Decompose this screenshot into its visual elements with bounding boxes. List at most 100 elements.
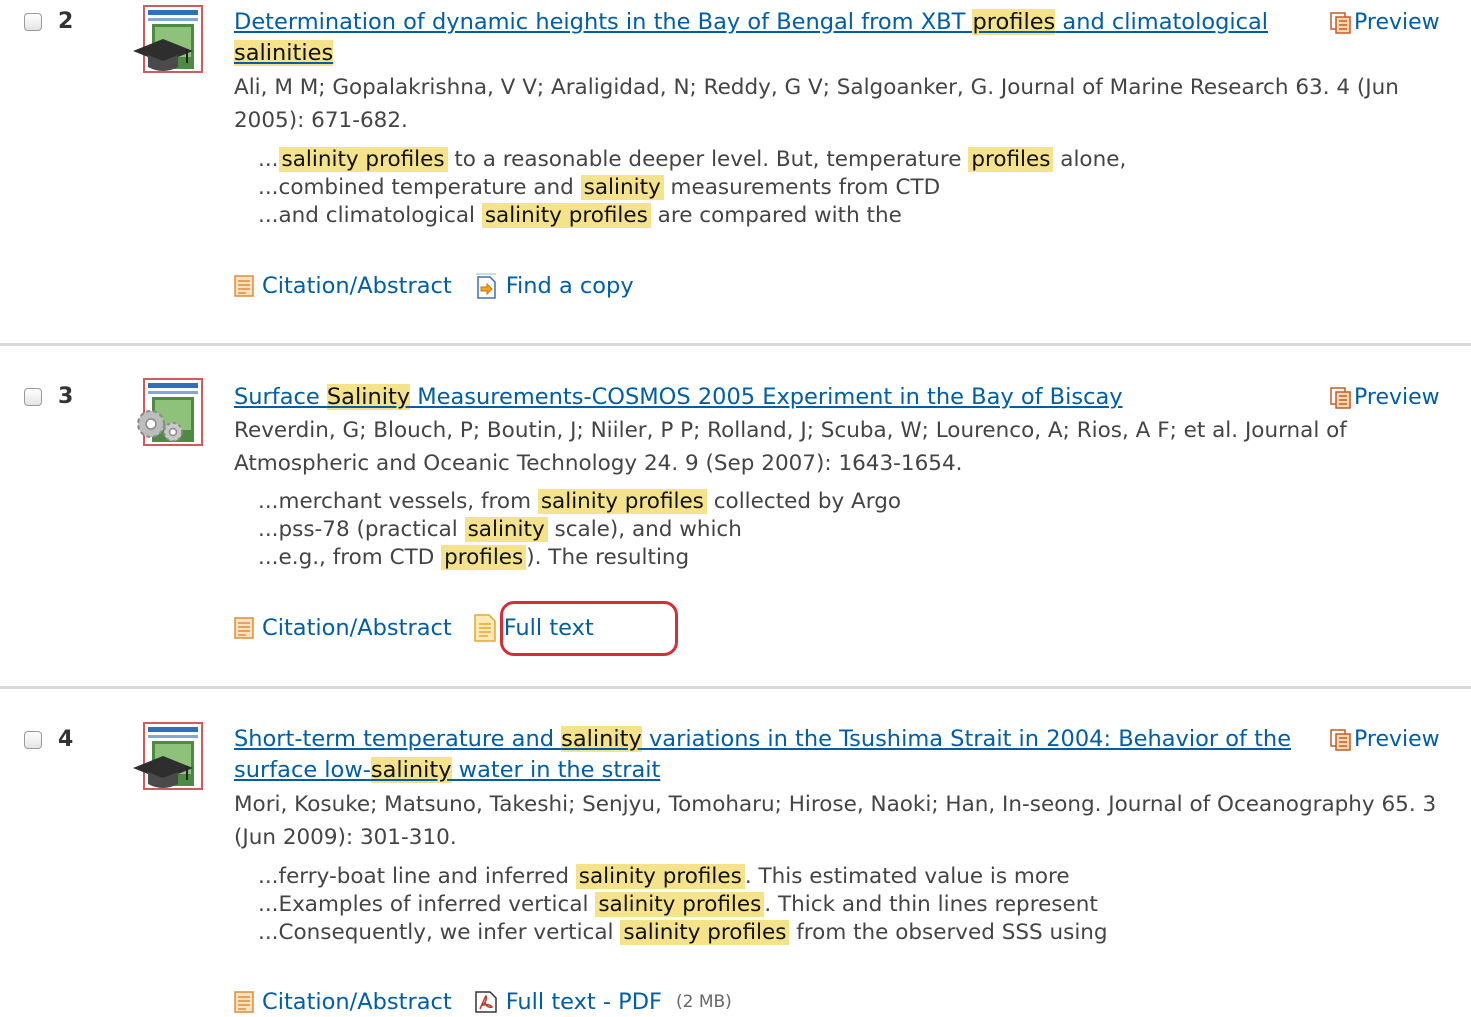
- citation-icon: [234, 617, 254, 639]
- title-text: Surface: [234, 384, 327, 410]
- full-text-pdf-label: Full text - PDF: [505, 989, 662, 1015]
- snippet-line: ...pss-78 (practical salinity scale), an…: [258, 516, 901, 544]
- snippet-text: ...pss-78 (practical: [258, 517, 465, 542]
- snippet-text: . Thick and thin lines represent: [764, 892, 1098, 917]
- snippet-text: to a reasonable deeper level. But, tempe…: [447, 147, 969, 172]
- title-text: water in the strait: [451, 757, 661, 783]
- search-term-highlight: salinity profiles: [575, 864, 745, 889]
- full-text-pdf-link[interactable]: Full text - PDF (2 MB): [474, 987, 732, 1017]
- result-title-link[interactable]: Determination of dynamic heights in the …: [234, 9, 1268, 66]
- search-term-highlight: profiles: [972, 9, 1056, 35]
- snippet-text: ...Examples of inferred vertical: [258, 892, 596, 917]
- title-text: Short-term temperature and: [234, 726, 562, 752]
- snippet-text: collected by Argo: [706, 489, 902, 514]
- result-checkbox[interactable]: [24, 388, 42, 406]
- find-copy-icon: [475, 273, 496, 299]
- citation-abstract-link[interactable]: Citation/Abstract: [234, 613, 452, 643]
- snippet-line: ...merchant vessels, from salinity profi…: [258, 488, 901, 516]
- snippet-text: ...combined temperature and: [258, 175, 581, 200]
- result-links: Citation/Abstract Full text - PDF (2 MB): [234, 987, 732, 1017]
- full-text-icon: [473, 614, 496, 642]
- search-term-highlight: salinity profiles: [537, 489, 707, 514]
- citation-icon: [234, 275, 254, 297]
- pdf-icon: [474, 991, 497, 1013]
- search-term-highlight: salinity profiles: [620, 920, 790, 945]
- snippet-text: ). The resulting: [526, 545, 690, 570]
- snippet-text: ...and climatological: [258, 203, 482, 228]
- file-size: (2 MB): [676, 992, 732, 1012]
- scholarly-journal-icon[interactable]: [133, 5, 203, 75]
- find-copy-link[interactable]: Find a copy: [474, 271, 634, 301]
- snippet-line: ...ferry-boat line and inferred salinity…: [258, 863, 1108, 891]
- search-term-highlight: salinity profiles: [595, 892, 765, 917]
- snippet-text: ...merchant vessels, from: [258, 489, 538, 514]
- snippet-line: ...e.g., from CTD profiles). The resulti…: [258, 544, 901, 572]
- snippet-text: ...ferry-boat line and inferred: [258, 864, 576, 889]
- result-authors: Mori, Kosuke; Matsuno, Takeshi; Senjyu, …: [234, 792, 1437, 850]
- snippet-text: scale), and which: [547, 517, 742, 542]
- result-title[interactable]: Surface Salinity Measurements-COSMOS 200…: [234, 382, 1304, 413]
- result-number: 2: [58, 9, 74, 34]
- search-term-highlight: Salinity: [326, 384, 411, 410]
- snippet-text: . This estimated value is more: [744, 864, 1070, 889]
- citation-abstract-link[interactable]: Citation/Abstract: [234, 987, 452, 1017]
- result-number: 4: [58, 727, 74, 752]
- preview-link[interactable]: Preview: [1330, 384, 1440, 412]
- title-text: Measurements-COSMOS 2005 Experiment in t…: [410, 384, 1123, 410]
- result-authors: Ali, M M; Gopalakrishna, V V; Araligidad…: [234, 75, 1399, 133]
- citation-abstract-link[interactable]: Citation/Abstract: [234, 271, 452, 301]
- preview-icon: [1330, 12, 1351, 34]
- scholarly-journal-icon[interactable]: [133, 722, 203, 792]
- snippet-line: ...and climatological salinity profiles …: [258, 202, 1126, 230]
- search-term-highlight: salinity: [561, 726, 642, 752]
- preview-label: Preview: [1354, 727, 1440, 752]
- result-snippets: ...ferry-boat line and inferred salinity…: [258, 863, 1108, 947]
- search-term-highlight: salinity: [580, 175, 664, 200]
- result-authors: Reverdin, G; Blouch, P; Boutin, J; Niile…: [234, 418, 1347, 476]
- search-term-highlight: salinities: [234, 40, 334, 66]
- citation-icon: [234, 991, 254, 1013]
- preview-icon: [1330, 387, 1351, 409]
- search-term-highlight: profiles: [968, 147, 1054, 172]
- snippet-text: measurements from CTD: [663, 175, 941, 200]
- result-snippets: ... salinity profiles to a reasonable dee…: [258, 146, 1126, 230]
- preview-label: Preview: [1354, 10, 1440, 35]
- result-divider: [0, 686, 1471, 689]
- result-divider: [0, 343, 1471, 346]
- search-term-highlight: salinity profiles: [278, 147, 448, 172]
- snippet-text: from the observed SSS using: [789, 920, 1108, 945]
- preview-link[interactable]: Preview: [1330, 726, 1440, 754]
- result-title-link[interactable]: Short-term temperature and salinity vari…: [234, 726, 1291, 783]
- result-checkbox[interactable]: [24, 13, 42, 31]
- citation-label: Citation/Abstract: [262, 989, 452, 1015]
- search-term-highlight: salinity: [370, 757, 452, 783]
- snippet-text: ...Consequently, we infer vertical: [258, 920, 621, 945]
- snippet-text: ...: [258, 147, 279, 172]
- result-links: Citation/Abstract Find a copy: [234, 271, 634, 301]
- preview-link[interactable]: Preview: [1330, 9, 1440, 37]
- result-number: 3: [58, 384, 74, 409]
- annotation-circle: [500, 601, 678, 656]
- result-snippets: ...merchant vessels, from salinity profi…: [258, 488, 901, 572]
- conference-paper-icon[interactable]: [133, 378, 203, 448]
- search-term-highlight: salinity profiles: [481, 203, 651, 228]
- result-title[interactable]: Determination of dynamic heights in the …: [234, 7, 1304, 69]
- title-text: and climatological: [1055, 9, 1269, 35]
- find-copy-label: Find a copy: [505, 273, 634, 299]
- snippet-line: ...Consequently, we infer vertical salin…: [258, 919, 1108, 947]
- result-title-link[interactable]: Surface Salinity Measurements-COSMOS 200…: [234, 384, 1123, 410]
- snippet-text: are compared with the: [650, 203, 902, 228]
- snippet-line: ...combined temperature and salinity mea…: [258, 174, 1126, 202]
- preview-label: Preview: [1354, 385, 1440, 410]
- search-term-highlight: profiles: [441, 545, 527, 570]
- citation-label: Citation/Abstract: [262, 615, 452, 641]
- search-term-highlight: salinity: [464, 517, 548, 542]
- snippet-text: ...e.g., from CTD: [258, 545, 442, 570]
- title-text: Determination of dynamic heights in the …: [234, 9, 973, 35]
- snippet-text: alone,: [1053, 147, 1127, 172]
- snippet-line: ... salinity profiles to a reasonable dee…: [258, 146, 1126, 174]
- result-checkbox[interactable]: [24, 731, 42, 749]
- result-title[interactable]: Short-term temperature and salinity vari…: [234, 724, 1304, 786]
- preview-icon: [1330, 729, 1351, 751]
- citation-label: Citation/Abstract: [262, 273, 452, 299]
